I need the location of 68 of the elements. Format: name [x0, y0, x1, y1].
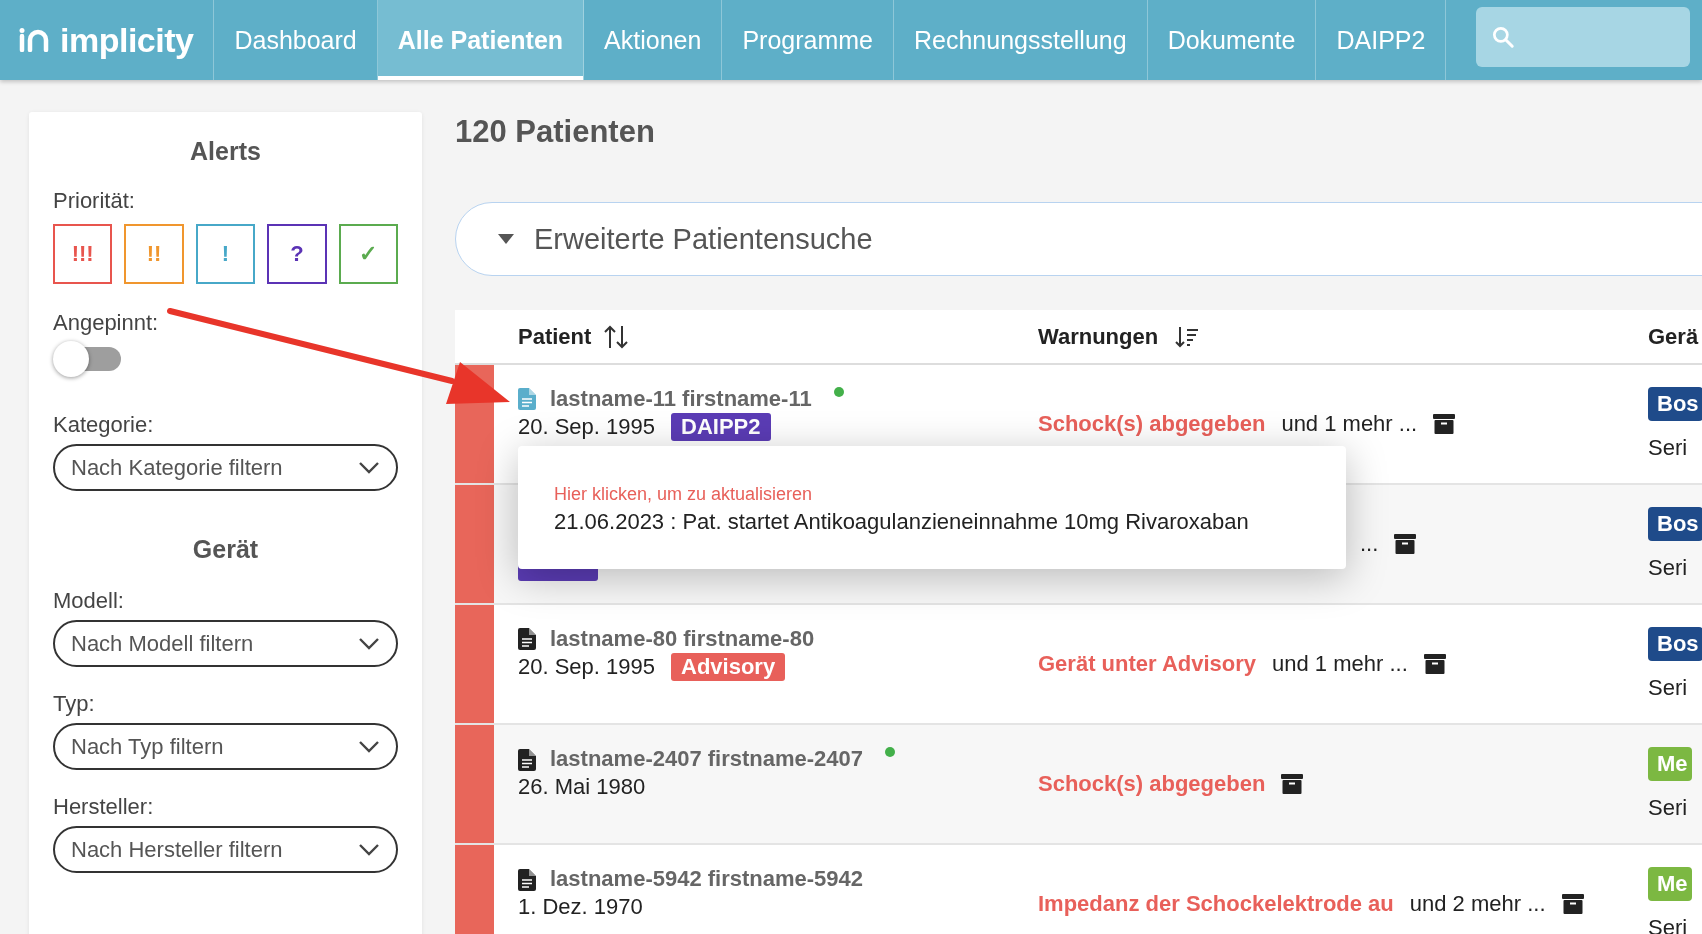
warning-text[interactable]: Schock(s) abgegeben — [1038, 771, 1266, 797]
field-label: Modell: — [53, 588, 125, 614]
manufacturer-tag: Bos — [1648, 627, 1702, 661]
birth-date: 26. Mai 1980 — [518, 774, 646, 801]
birth-date: 1. Dez. 1970 — [518, 894, 643, 921]
column-header[interactable]: Gerä — [1648, 323, 1699, 350]
select-field[interactable]: Nach Kategorie filtern — [53, 444, 398, 491]
select-field[interactable]: Nach Typ filtern — [53, 723, 398, 770]
priority-filter[interactable]: !!! — [53, 224, 113, 284]
archive-icon[interactable] — [1281, 774, 1304, 794]
search-field[interactable] — [1476, 7, 1691, 67]
section-title: Alerts — [189, 137, 262, 166]
field-label: Angepinnt: — [53, 310, 160, 336]
advanced-search-toggle[interactable]: Erweiterte Patientensuche — [455, 202, 1702, 276]
field-label: Priorität: — [53, 188, 136, 214]
field-label: Hersteller: — [53, 794, 155, 820]
more-warnings-text[interactable]: ... — [1360, 531, 1379, 557]
patient-name[interactable]: lastname-5942 firstname-5942 — [550, 867, 864, 892]
document-icon[interactable] — [518, 748, 536, 771]
more-warnings-text[interactable]: und 1 mehr ... — [1272, 651, 1408, 677]
birth-date: 20. Sep. 1995 — [518, 414, 655, 441]
select-field[interactable]: Nach Modell filtern — [53, 620, 398, 667]
device-text: Seri — [1648, 435, 1688, 461]
priority-filter[interactable]: ? — [267, 224, 327, 284]
patient-name[interactable]: lastname-11 firstname-11 — [550, 386, 812, 412]
device-text: Seri — [1648, 795, 1688, 821]
device-text: Seri — [1648, 555, 1688, 581]
program-tag: DAIPP2 — [671, 413, 771, 442]
logo-text: implicity — [60, 20, 194, 60]
manufacturer-tag: Me — [1648, 747, 1692, 781]
manufacturer-tag: Bos — [1648, 387, 1702, 421]
document-icon[interactable] — [518, 868, 536, 891]
column-header[interactable]: Patient — [518, 323, 592, 350]
patient-name[interactable]: lastname-80 firstname-80 — [550, 626, 815, 652]
note-tooltip[interactable]: Hier klicken, um zu aktualisieren 21.06.2023 : Pat. startet Antikoagulanzieneinnahme 10mg Rivaroxaban — [518, 446, 1346, 569]
chevron-down-icon — [358, 460, 380, 475]
sort-descending-icon[interactable] — [1174, 324, 1201, 349]
chevron-down-icon — [358, 739, 380, 754]
field-label: Typ: — [53, 691, 96, 717]
more-warnings-text[interactable]: und 1 mehr ... — [1281, 411, 1418, 437]
birth-date: 20. Sep. 1995 — [518, 654, 655, 681]
section-title: Gerät — [191, 535, 260, 564]
archive-icon[interactable] — [1394, 534, 1417, 554]
manufacturer-tag: Me — [1648, 867, 1692, 901]
archive-icon[interactable] — [1433, 414, 1456, 434]
archive-icon[interactable] — [1423, 654, 1446, 674]
chevron-down-icon — [358, 636, 380, 651]
more-warnings-text[interactable]: und 2 mehr ... — [1409, 891, 1546, 917]
tooltip-hint[interactable]: Hier klicken, um zu aktualisieren — [554, 484, 1310, 505]
patient-name[interactable]: lastname-2407 firstname-2407 — [550, 747, 864, 772]
caret-down-icon — [498, 234, 514, 244]
sort-icon[interactable] — [603, 323, 630, 350]
warning-text[interactable]: Impedanz der Schockelektrode au — [1038, 891, 1394, 917]
search-icon — [1490, 24, 1517, 50]
tooltip-note: 21.06.2023 : Pat. startet Antikoagulanzieneinnahme 10mg Rivaroxaban — [554, 509, 1250, 535]
program-tag: Advisory — [671, 653, 786, 682]
chevron-down-icon — [358, 842, 380, 857]
archive-icon[interactable] — [1561, 894, 1584, 914]
column-header[interactable]: Warnungen — [1038, 323, 1159, 350]
device-text: Seri — [1648, 675, 1688, 701]
toggle-switch[interactable] — [53, 340, 121, 378]
manufacturer-tag: Bos — [1648, 507, 1702, 541]
select-field[interactable]: Nach Hersteller filtern — [53, 826, 398, 873]
field-label: Kategorie: — [53, 412, 155, 438]
warning-text[interactable]: Schock(s) abgegeben — [1038, 411, 1266, 437]
document-icon[interactable] — [518, 628, 536, 650]
warning-text[interactable]: Gerät unter Advisory — [1038, 651, 1257, 677]
page-title: 120 Patienten — [455, 114, 656, 150]
